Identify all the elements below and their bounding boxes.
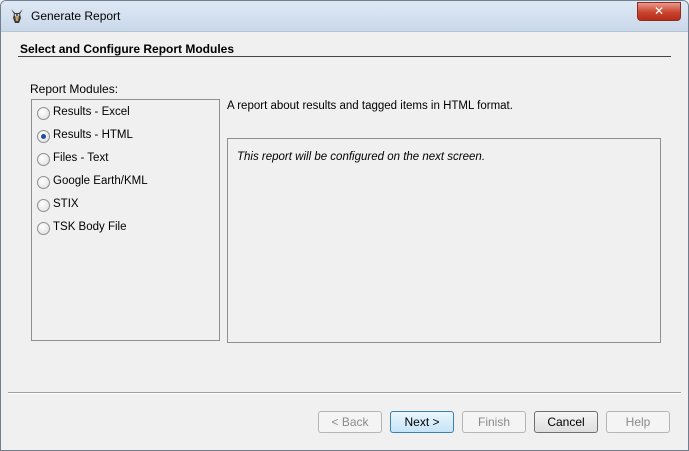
module-label: Results - HTML bbox=[53, 129, 133, 141]
config-note: This report will be configured on the ne… bbox=[237, 151, 486, 163]
module-files-text[interactable]: Files - Text bbox=[37, 150, 212, 170]
radio-button[interactable] bbox=[37, 176, 50, 189]
module-label: Files - Text bbox=[53, 152, 109, 164]
radio-button-selected[interactable] bbox=[37, 130, 50, 143]
title-bar[interactable]: Generate Report ✕ bbox=[1, 1, 688, 32]
module-label: Google Earth/KML bbox=[53, 175, 148, 187]
section-divider bbox=[18, 56, 671, 57]
cancel-button[interactable]: Cancel bbox=[534, 411, 598, 433]
module-stix[interactable]: STIX bbox=[37, 196, 212, 216]
radio-button[interactable] bbox=[37, 153, 50, 166]
module-results-excel[interactable]: Results - Excel bbox=[37, 104, 212, 124]
radio-button[interactable] bbox=[37, 199, 50, 212]
module-tsk-body-file[interactable]: TSK Body File bbox=[37, 219, 212, 239]
module-description: A report about results and tagged items … bbox=[227, 100, 513, 112]
module-label: Results - Excel bbox=[53, 106, 130, 118]
next-button[interactable]: Next > bbox=[390, 411, 454, 433]
finish-button[interactable]: Finish bbox=[462, 411, 526, 433]
autopsy-dog-icon bbox=[11, 9, 23, 23]
module-label: STIX bbox=[53, 198, 79, 210]
button-bar-divider-highlight bbox=[8, 393, 681, 394]
report-modules-list: Results - Excel Results - HTML Files - T… bbox=[31, 99, 220, 341]
window-title: Generate Report bbox=[31, 9, 121, 23]
close-icon: ✕ bbox=[653, 4, 665, 18]
module-google-earth-kml[interactable]: Google Earth/KML bbox=[37, 173, 212, 193]
report-modules-label: Report Modules: bbox=[30, 82, 119, 96]
dialog-content: Select and Configure Report Modules Repo… bbox=[3, 32, 686, 448]
section-title: Select and Configure Report Modules bbox=[20, 42, 235, 56]
module-label: TSK Body File bbox=[53, 221, 127, 233]
radio-button[interactable] bbox=[37, 222, 50, 235]
module-config-panel: This report will be configured on the ne… bbox=[227, 138, 661, 343]
radio-button[interactable] bbox=[37, 107, 50, 120]
generate-report-dialog: Generate Report ✕ Select and Configure R… bbox=[0, 0, 689, 451]
module-results-html[interactable]: Results - HTML bbox=[37, 127, 212, 147]
help-button[interactable]: Help bbox=[606, 411, 670, 433]
close-button[interactable]: ✕ bbox=[637, 2, 681, 21]
back-button[interactable]: < Back bbox=[318, 411, 382, 433]
